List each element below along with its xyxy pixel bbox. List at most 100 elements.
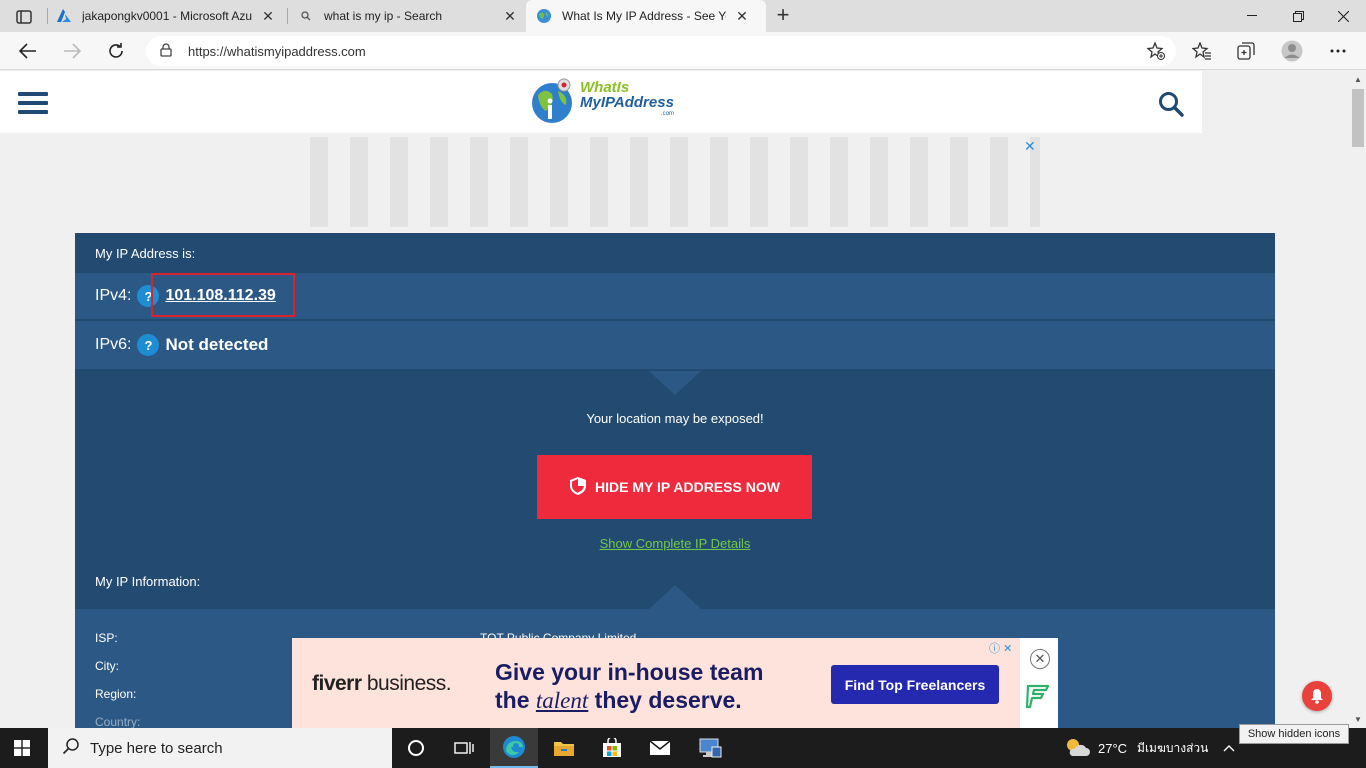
forward-button[interactable]: [58, 38, 86, 64]
scroll-down-icon[interactable]: ▼: [1354, 715, 1362, 724]
add-favorite-icon[interactable]: [1146, 41, 1166, 64]
ipv6-label: IPv6:: [95, 336, 132, 353]
brand-bold: fiverr: [312, 672, 362, 695]
collections-button[interactable]: [1232, 38, 1260, 64]
notification-bell-icon[interactable]: [1302, 681, 1332, 711]
site-logo[interactable]: WhatIs MyIPAddress .com: [530, 77, 674, 125]
search-icon: [298, 8, 314, 24]
bottom-ad-banner[interactable]: fiverr business. Give your in-house team…: [292, 638, 1020, 728]
close-ad-icon[interactable]: ✕: [1030, 649, 1050, 669]
minimize-button[interactable]: [1229, 0, 1275, 32]
ad-headline-line1: Give your in-house team: [495, 659, 764, 685]
page-scrollbar[interactable]: ▲ ▼: [1350, 71, 1366, 728]
microsoft-store-icon[interactable]: [588, 728, 636, 768]
menu-icon[interactable]: [18, 92, 48, 119]
tab-azure[interactable]: jakapongkv0001 - Microsoft Azu ✕: [56, 0, 286, 32]
minimize-icon: [1247, 15, 1257, 16]
restore-button[interactable]: [1275, 0, 1321, 32]
scroll-up-icon[interactable]: ▲: [1354, 75, 1362, 84]
adchoices-icon[interactable]: ⓘ ✕: [989, 640, 1012, 656]
show-details-link[interactable]: Show Complete IP Details: [75, 536, 1275, 551]
show-hidden-icons-button[interactable]: [1220, 728, 1238, 768]
hide-ip-label: HIDE MY IP ADDRESS NOW: [595, 479, 780, 495]
country-label: Country:: [95, 715, 141, 728]
favorites-icon: [1192, 42, 1211, 60]
location-warning: Your location may be exposed!: [586, 411, 764, 426]
tab-bing-search[interactable]: what is my ip - Search ✕: [298, 0, 526, 32]
back-arrow-icon: [19, 43, 36, 59]
back-button[interactable]: [14, 38, 42, 64]
ipv4-label: IPv4:: [95, 287, 132, 304]
globe-icon: [536, 8, 552, 24]
azure-icon: [56, 8, 72, 24]
remote-desktop-icon[interactable]: [686, 728, 734, 768]
weather-widget[interactable]: 27°C มีเมฆบางส่วน: [1064, 728, 1208, 768]
taskbar-search-box[interactable]: Type here to search: [48, 728, 392, 768]
task-view-icon[interactable]: [440, 728, 488, 768]
profile-button[interactable]: [1278, 38, 1306, 64]
browser-tab-strip: jakapongkv0001 - Microsoft Azu ✕ what is…: [0, 0, 1366, 32]
edge-taskbar-icon[interactable]: [490, 728, 538, 768]
freestar-icon[interactable]: [1024, 683, 1050, 714]
collections-icon: [1237, 42, 1255, 60]
refresh-button[interactable]: [102, 38, 130, 64]
ad-close-icon[interactable]: ✕: [1024, 138, 1036, 155]
ad-close-icon[interactable]: ✕: [1003, 643, 1012, 655]
tab-title: What Is My IP Address - See You: [562, 9, 726, 23]
search-placeholder: Type here to search: [90, 739, 223, 757]
new-tab-button[interactable]: +: [770, 3, 796, 29]
more-icon: [1330, 49, 1346, 53]
tab-actions-button[interactable]: [10, 6, 38, 28]
browser-toolbar: https://whatismyipaddress.com: [0, 32, 1366, 70]
isp-label: ISP:: [95, 631, 118, 645]
show-hidden-icons-tooltip: Show hidden icons: [1239, 724, 1349, 744]
shield-icon: [569, 476, 587, 499]
favorites-button[interactable]: [1188, 38, 1216, 64]
site-header: WhatIs MyIPAddress .com: [0, 71, 1202, 133]
close-icon[interactable]: ✕: [734, 8, 750, 25]
tab-title: what is my ip - Search: [324, 9, 443, 23]
close-icon[interactable]: ✕: [502, 8, 518, 25]
ad-headline-line2: the talent they deserve.: [495, 686, 763, 715]
highlight-box: [151, 273, 295, 317]
divider-notch: [649, 585, 701, 609]
find-freelancers-button[interactable]: Find Top Freelancers: [831, 665, 999, 704]
file-explorer-icon[interactable]: [540, 728, 588, 768]
restore-icon: [1292, 10, 1304, 22]
help-icon[interactable]: ?: [137, 334, 160, 356]
search-icon[interactable]: [1158, 91, 1184, 122]
lock-icon: [160, 42, 174, 60]
url-text: https://whatismyipaddress.com: [188, 43, 366, 59]
close-icon[interactable]: ✕: [260, 8, 276, 25]
weather-temp: 27°C: [1098, 740, 1128, 756]
settings-menu-button[interactable]: [1324, 38, 1352, 64]
chevron-up-icon: [1223, 745, 1235, 752]
tab-title: jakapongkv0001 - Microsoft Azu: [82, 9, 252, 23]
web-page: WhatIs MyIPAddress .com ✕ My IP Address …: [0, 71, 1350, 728]
windows-start-icon[interactable]: [14, 740, 30, 761]
address-bar[interactable]: https://whatismyipaddress.com: [146, 36, 1176, 66]
cortana-icon[interactable]: [392, 728, 440, 768]
fiverr-business-logo: fiverr business.: [312, 672, 452, 696]
ipv6-value: Not detected: [165, 335, 269, 354]
scroll-thumb[interactable]: [1352, 89, 1364, 147]
close-icon: [1337, 10, 1349, 22]
ad-headline-part-a: the: [495, 687, 536, 713]
region-label: Region:: [95, 687, 137, 701]
close-window-button[interactable]: [1320, 0, 1366, 32]
mail-icon[interactable]: [636, 728, 684, 768]
city-label: City:: [95, 659, 119, 673]
ad-headline-part-c: they deserve.: [588, 687, 742, 713]
logo-line1: WhatIs: [580, 79, 630, 96]
search-icon: [62, 737, 80, 759]
globe-icon: [532, 78, 572, 123]
top-ad-banner[interactable]: [310, 137, 1040, 227]
info-section-title: My IP Information:: [95, 574, 201, 589]
weather-description: มีเมฆบางส่วน: [1137, 740, 1209, 755]
windows-taskbar: Type here to search 27°C มีเมฆบางส่วน: [0, 728, 1366, 768]
tab-whatismyip[interactable]: What Is My IP Address - See You ✕: [526, 0, 766, 32]
ad-headline-talent: talent: [535, 688, 589, 713]
weather-partly-cloudy-icon: [1064, 736, 1090, 761]
panel-title: My IP Address is:: [95, 245, 196, 261]
hide-ip-button[interactable]: HIDE MY IP ADDRESS NOW: [537, 455, 812, 519]
